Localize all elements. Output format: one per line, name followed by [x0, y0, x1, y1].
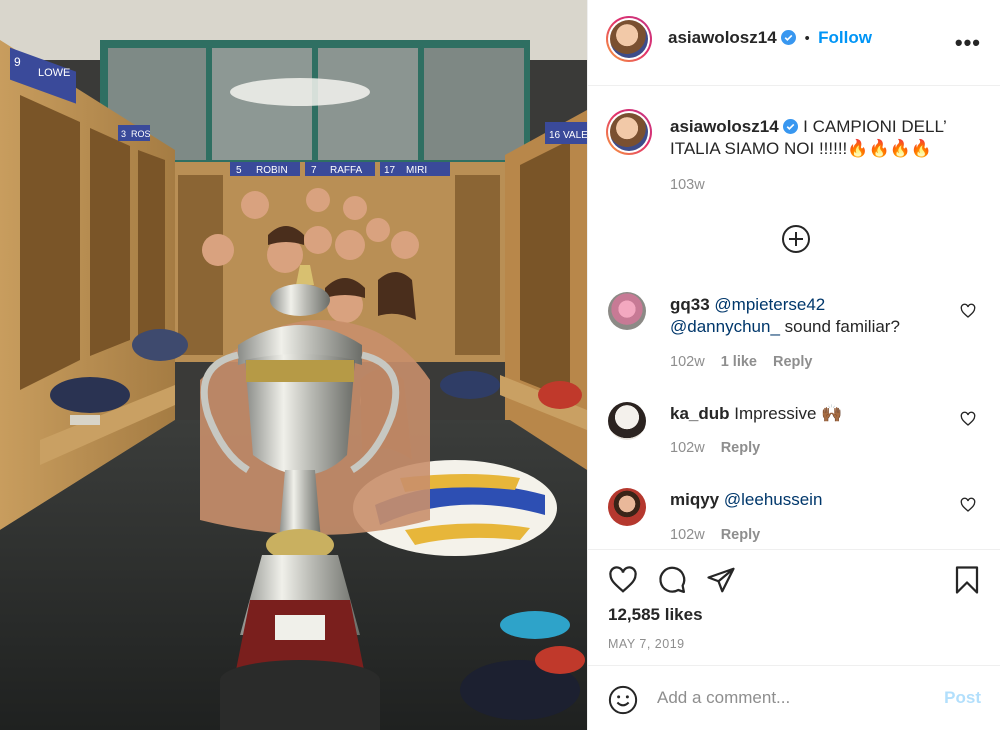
caption-text-line1: I CAMPIONI DELL’ — [803, 117, 947, 136]
verified-badge-icon — [783, 119, 799, 134]
caption-username[interactable]: asiawolosz14 — [670, 117, 779, 136]
expand-plus-icon[interactable] — [781, 224, 811, 254]
commenter-username[interactable]: gq33 — [670, 295, 710, 314]
heart-icon[interactable] — [608, 565, 638, 595]
author-username[interactable]: asiawolosz14 — [668, 28, 777, 47]
emoji-icon[interactable] — [608, 685, 638, 715]
locker-label-3: 3 — [121, 129, 126, 139]
comment-mention[interactable]: @leehussein — [724, 490, 823, 509]
locker-room-trophy-photo: 9 LOWE 5 ROBIN 7 RAFFA 17 MIRI 16 VALE 3… — [0, 0, 587, 730]
header-separator: • — [804, 31, 810, 47]
post-comment-button[interactable]: Post — [944, 688, 981, 708]
locker-label-7: 7 — [311, 165, 317, 176]
caption-age: 103w — [670, 177, 705, 193]
post-sidebar: asiawolosz14 • Follow ••• asiawolosz14 I… — [587, 0, 1000, 730]
commenter-avatar[interactable] — [608, 488, 646, 526]
post-photo[interactable]: 9 LOWE 5 ROBIN 7 RAFFA 17 MIRI 16 VALE 3… — [0, 0, 587, 730]
locker-label-miri: MIRI — [406, 165, 427, 176]
heart-icon[interactable] — [960, 303, 976, 319]
locker-label-raffa: RAFFA — [330, 165, 363, 176]
locker-label-lowe: LOWE — [38, 67, 70, 79]
locker-label-robin: ROBIN — [256, 165, 288, 176]
commenter-avatar[interactable] — [608, 402, 646, 440]
like-count[interactable]: 12,585 likes — [608, 605, 703, 625]
heart-icon[interactable] — [960, 497, 976, 513]
caption-text-line2: ITALIA SIAMO NOI !!!!!!🔥🔥🔥🔥 — [670, 139, 932, 158]
comment-text: Impressive 🙌🏾 — [734, 404, 843, 423]
caption-avatar-ring[interactable] — [606, 109, 652, 155]
author-avatar[interactable] — [610, 20, 648, 58]
bookmark-icon[interactable] — [952, 565, 982, 595]
reply-button[interactable]: Reply — [773, 354, 813, 370]
caption-avatar[interactable] — [610, 113, 648, 151]
action-bar — [588, 549, 1000, 594]
reply-button[interactable]: Reply — [721, 440, 761, 456]
comment-mention[interactable]: @dannychun_ — [670, 317, 780, 336]
comment-mention[interactable]: @mpieterse42 — [714, 295, 825, 314]
locker-label-vale: VALE — [563, 130, 587, 141]
commenter-avatar[interactable] — [608, 292, 646, 330]
comment-age: 102w — [670, 354, 705, 370]
commenter-username[interactable]: miqyy — [670, 490, 719, 509]
comment-age: 102w — [670, 440, 705, 456]
commenter-username[interactable]: ka_dub — [670, 404, 730, 423]
post-header: asiawolosz14 • Follow ••• — [588, 0, 1000, 86]
comment-input[interactable]: Add a comment... — [657, 688, 790, 708]
post-date: MAY 7, 2019 — [608, 637, 685, 651]
locker-label-16: 16 — [549, 130, 561, 141]
reply-button[interactable]: Reply — [721, 527, 761, 543]
caption: asiawolosz14 I CAMPIONI DELL’ ITALIA SIA… — [670, 116, 990, 160]
locker-label-5: 5 — [236, 165, 242, 176]
heart-icon[interactable] — [960, 411, 976, 427]
locker-label-17: 17 — [384, 165, 396, 176]
comment-likes[interactable]: 1 like — [721, 354, 757, 370]
share-icon[interactable] — [706, 565, 736, 595]
author-avatar-ring[interactable] — [606, 16, 652, 62]
follow-button[interactable]: Follow — [818, 28, 872, 47]
comment-text: sound familiar? — [779, 317, 900, 336]
verified-badge-icon — [781, 30, 797, 45]
comment-age: 102w — [670, 527, 705, 543]
comment-icon[interactable] — [657, 565, 687, 595]
add-comment-bar: Add a comment... Post — [588, 665, 1000, 730]
more-options-icon[interactable]: ••• — [955, 30, 981, 56]
locker-label-9: 9 — [14, 55, 21, 69]
locker-label-ros: ROS — [131, 129, 151, 139]
